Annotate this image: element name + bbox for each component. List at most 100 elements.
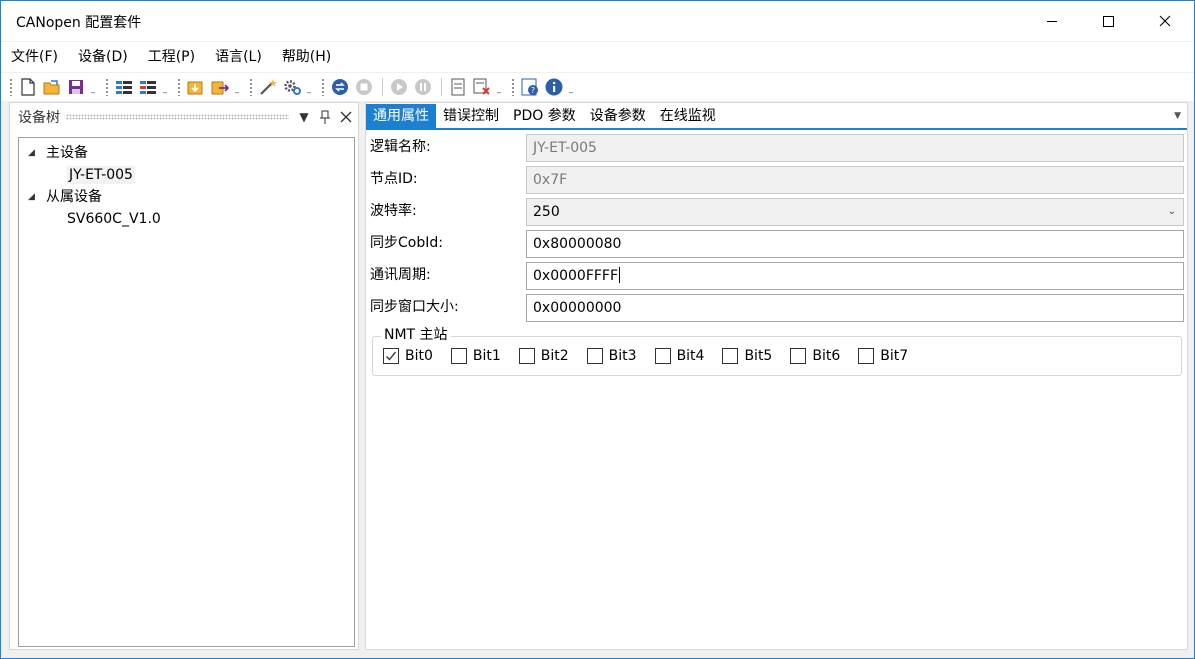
toolbar-grip[interactable] — [511, 78, 515, 96]
device-dropdown-icon[interactable]: _ — [495, 76, 503, 98]
config-list-icon[interactable] — [113, 76, 135, 98]
checkbox-unchecked-icon[interactable] — [518, 348, 535, 364]
tab-strip: 通用属性 错误控制 PDO 参数 设备参数 在线监视 ▼ — [366, 103, 1187, 130]
nmt-bit-checkbox[interactable]: Bit1 — [450, 348, 501, 364]
menu-help[interactable]: 帮助(H) — [272, 42, 341, 72]
device-tree-panel: 设备树 ▼ ◢ 主设备 JY-ET-005 ◢ 从属设备 SV660C_V1.0 — [9, 102, 359, 650]
tree-node-master-device[interactable]: JY-ET-005 — [19, 164, 354, 186]
info-icon[interactable] — [543, 76, 565, 98]
maximize-icon — [1103, 16, 1114, 27]
nmt-group-title: NMT 主站 — [381, 327, 451, 343]
window-title: CANopen 配置套件 — [16, 15, 142, 31]
row-baud-rate: 波特率: 250 ⌄ — [370, 198, 1184, 226]
properties-panel: 通用属性 错误控制 PDO 参数 设备参数 在线监视 ▼ 逻辑名称: JY-ET… — [365, 102, 1188, 650]
help-icon[interactable]: ? — [519, 76, 541, 98]
nmt-bit-checkbox[interactable]: Bit6 — [790, 348, 840, 364]
toolbar-grip[interactable] — [9, 78, 13, 96]
import-icon[interactable] — [185, 76, 207, 98]
connect-icon[interactable] — [329, 76, 351, 98]
toolbar-grip[interactable] — [321, 78, 325, 96]
checkbox-unchecked-icon[interactable] — [654, 348, 671, 364]
menu-language[interactable]: 语言(L) — [205, 42, 272, 72]
tree-node-slave-device[interactable]: SV660C_V1.0 — [19, 208, 354, 230]
maximize-button[interactable] — [1085, 1, 1131, 41]
baud-rate-label: 波特率: — [370, 203, 417, 219]
menu-file[interactable]: 文件(F) — [1, 42, 68, 72]
checkbox-unchecked-icon[interactable] — [790, 348, 807, 364]
settings-icon[interactable] — [281, 76, 303, 98]
toolbar: _ _ _ _ _ ? _ — [1, 73, 1194, 101]
toolbar-grip[interactable] — [105, 78, 109, 96]
nmt-bit-checkbox[interactable]: Bit7 — [858, 348, 908, 364]
tree-node-master[interactable]: ◢ 主设备 — [19, 142, 354, 164]
sync-window-input[interactable]: 0x00000000 — [526, 294, 1184, 322]
title-bar: CANopen 配置套件 — [1, 1, 1194, 41]
panel-title: 设备树 — [18, 110, 60, 126]
nmt-bit-checkbox[interactable]: Bit3 — [586, 348, 637, 364]
minimize-button[interactable] — [1029, 1, 1075, 41]
save-dropdown-icon[interactable]: _ — [89, 76, 97, 98]
panel-drag-handle[interactable] — [66, 114, 289, 120]
nmt-bit-checkbox[interactable]: Bit0 — [383, 348, 433, 364]
pin-icon[interactable] — [316, 108, 334, 126]
chevron-down-icon: ⌄ — [1167, 206, 1176, 217]
minimize-icon — [1047, 21, 1057, 22]
tab-device-params[interactable]: 设备参数 — [583, 104, 653, 128]
checkbox-unchecked-icon[interactable] — [722, 348, 739, 364]
config-list-remove-icon[interactable] — [137, 76, 159, 98]
list-dropdown-icon[interactable]: _ — [161, 76, 169, 98]
tab-list-dropdown-icon[interactable]: ▼ — [1174, 111, 1181, 121]
checkbox-checked-icon[interactable] — [383, 348, 399, 364]
nmt-bit-label: Bit3 — [608, 348, 637, 364]
checkbox-unchecked-icon[interactable] — [858, 348, 875, 364]
nmt-bit-checkbox[interactable]: Bit2 — [518, 348, 569, 364]
tab-online-monitor[interactable]: 在线监视 — [653, 104, 723, 128]
toolbar-grip[interactable] — [249, 78, 253, 96]
settings-dropdown-icon[interactable]: _ — [305, 76, 313, 98]
nmt-master-group: NMT 主站 Bit0 Bit1 Bit2 Bit3 Bit4 Bit5 Bit6 Bit7 — [372, 327, 1182, 376]
node-id-field: 0x7F — [526, 166, 1184, 194]
io-dropdown-icon[interactable]: _ — [233, 76, 241, 98]
sync-window-label: 同步窗口大小: — [370, 299, 459, 315]
nmt-bit-checkbox[interactable]: Bit5 — [722, 348, 772, 364]
close-button[interactable] — [1142, 1, 1188, 41]
nmt-bit-checkbox[interactable]: Bit4 — [654, 348, 705, 364]
nmt-bit-label: Bit1 — [472, 348, 501, 364]
play-icon[interactable] — [388, 76, 410, 98]
expand-arrow-icon[interactable]: ◢ — [28, 186, 35, 208]
tab-pdo[interactable]: PDO 参数 — [506, 104, 583, 128]
nmt-bit-checkboxes: Bit0 Bit1 Bit2 Bit3 Bit4 Bit5 Bit6 Bit7 — [383, 348, 926, 364]
comm-cycle-label: 通讯周期: — [370, 267, 431, 283]
menu-project[interactable]: 工程(P) — [138, 42, 205, 72]
open-folder-icon[interactable] — [41, 76, 63, 98]
nmt-bit-label: Bit5 — [744, 348, 773, 364]
help-dropdown-icon[interactable]: _ — [567, 76, 575, 98]
checkbox-unchecked-icon[interactable] — [450, 348, 467, 364]
delete-device-icon[interactable] — [471, 76, 493, 98]
toolbar-grip[interactable] — [177, 78, 181, 96]
row-sync-window: 同步窗口大小: 0x00000000 — [370, 294, 1184, 322]
stop-icon[interactable] — [353, 76, 375, 98]
tab-error-control[interactable]: 错误控制 — [436, 104, 506, 128]
pause-icon[interactable] — [412, 76, 434, 98]
app-window: CANopen 配置套件 文件(F) 设备(D) 工程(P) 语言(L) 帮助(… — [0, 0, 1195, 659]
row-sync-cobid: 同步CobId: 0x80000080 — [370, 230, 1184, 258]
nmt-bit-label: Bit4 — [676, 348, 705, 364]
panel-close-icon[interactable] — [337, 108, 355, 126]
tab-general[interactable]: 通用属性 — [366, 104, 436, 128]
logical-name-label: 逻辑名称: — [370, 139, 431, 155]
new-file-icon[interactable] — [17, 76, 39, 98]
sync-cobid-input[interactable]: 0x80000080 — [526, 230, 1184, 258]
menu-device[interactable]: 设备(D) — [68, 42, 138, 72]
magic-wand-icon[interactable] — [257, 76, 279, 98]
comm-cycle-input[interactable]: 0x0000FFFF — [526, 262, 1184, 290]
export-icon[interactable] — [209, 76, 231, 98]
svg-text:?: ? — [531, 86, 535, 95]
tree-node-slave[interactable]: ◢ 从属设备 — [19, 186, 354, 208]
save-device-icon[interactable] — [447, 76, 469, 98]
save-icon[interactable] — [65, 76, 87, 98]
baud-rate-select[interactable]: 250 ⌄ — [526, 198, 1184, 226]
expand-arrow-icon[interactable]: ◢ — [28, 142, 35, 164]
checkbox-unchecked-icon[interactable] — [586, 348, 603, 364]
panel-menu-icon[interactable]: ▼ — [295, 108, 313, 126]
